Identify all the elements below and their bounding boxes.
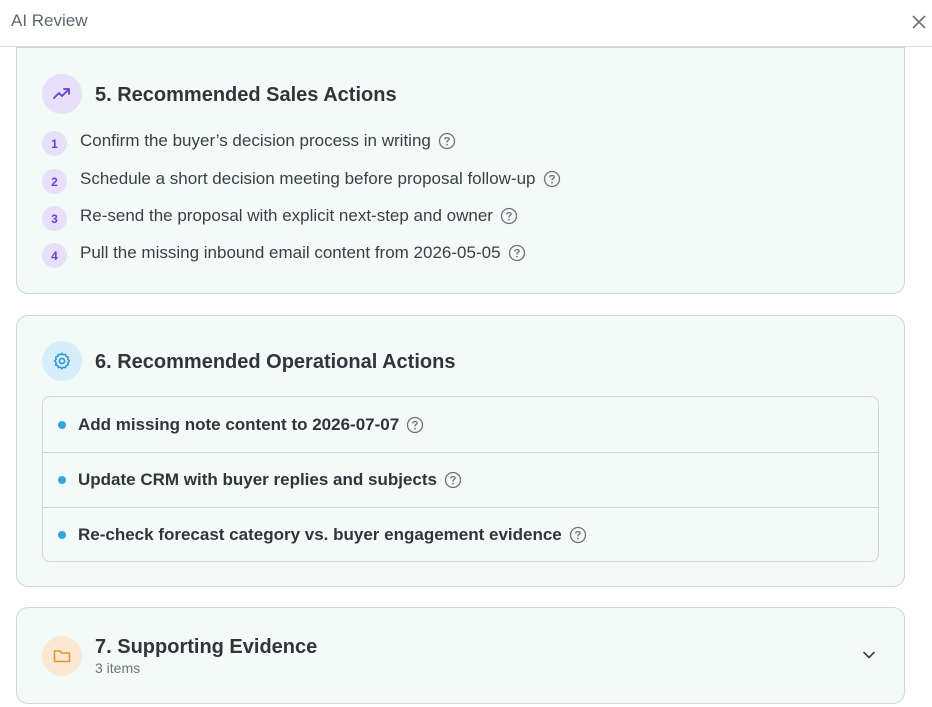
sales-action-text: Re-send the proposal with explicit next-… (80, 206, 493, 225)
help-icon[interactable] (569, 526, 587, 544)
card-icon-wrap (42, 636, 82, 676)
sales-action-text: Confirm the buyer’s decision process in … (80, 131, 431, 150)
trending-up-icon (53, 88, 70, 99)
help-icon[interactable] (500, 207, 518, 225)
item-count: 3 items (95, 660, 141, 676)
supporting-evidence-card[interactable]: 7. Supporting Evidence 3 items (16, 607, 905, 704)
operational-action-item: Add missing note content to 2026-07-07 (78, 415, 424, 435)
dialog-header: AI Review (0, 0, 932, 47)
bullet-dot (58, 476, 66, 484)
card-icon-wrap (42, 341, 82, 381)
close-icon (912, 15, 926, 29)
dialog-title: AI Review (11, 11, 88, 30)
sales-action-item: Pull the missing inbound email content f… (80, 243, 526, 263)
sales-action-text: Pull the missing inbound email content f… (80, 243, 501, 262)
close-button[interactable] (909, 12, 929, 32)
operational-action-text: Re-check forecast category vs. buyer eng… (78, 525, 562, 544)
step-number-badge: 4 (42, 243, 67, 268)
step-number-badge: 3 (42, 206, 67, 231)
section-title: 6. Recommended Operational Actions (95, 351, 456, 373)
operational-action-text: Add missing note content to 2026-07-07 (78, 414, 400, 434)
help-icon[interactable] (543, 170, 561, 188)
sales-action-item: Re-send the proposal with explicit next-… (80, 206, 518, 226)
help-icon[interactable] (508, 244, 526, 262)
sales-action-item: Confirm the buyer’s decision process in … (80, 131, 456, 151)
folder-icon (53, 650, 71, 663)
help-icon[interactable] (438, 132, 456, 150)
gear-icon (53, 352, 71, 370)
section-title: 7. Supporting Evidence (95, 636, 318, 658)
step-number-badge: 2 (42, 169, 67, 194)
operational-action-item: Re-check forecast category vs. buyer eng… (78, 525, 587, 545)
step-number-badge: 1 (42, 131, 67, 156)
bullet-dot (58, 420, 66, 429)
section-title: 5. Recommended Sales Actions (95, 84, 397, 106)
bullet-dot (58, 531, 66, 539)
help-icon[interactable] (406, 416, 424, 434)
operational-actions-card: 6. Recommended Operational Actions Add m… (16, 315, 905, 587)
operational-action-item: Update CRM with buyer replies and subjec… (78, 470, 462, 490)
card-icon-wrap (42, 74, 82, 114)
chevron-down-icon (863, 651, 875, 659)
operational-actions-list: Add missing note content to 2026-07-07 U… (42, 396, 879, 562)
sales-action-item: Schedule a short decision meeting before… (80, 169, 561, 189)
sales-action-text: Schedule a short decision meeting before… (80, 169, 536, 188)
list-item: Add missing note content to 2026-07-07 (43, 397, 878, 452)
sales-actions-card: 5. Recommended Sales Actions 1 Confirm t… (16, 47, 905, 294)
list-item: Update CRM with buyer replies and subjec… (43, 452, 878, 507)
operational-action-text: Update CRM with buyer replies and subjec… (78, 470, 437, 489)
list-item: Re-check forecast category vs. buyer eng… (43, 507, 878, 561)
help-icon[interactable] (444, 471, 462, 489)
expand-toggle[interactable] (860, 646, 878, 664)
